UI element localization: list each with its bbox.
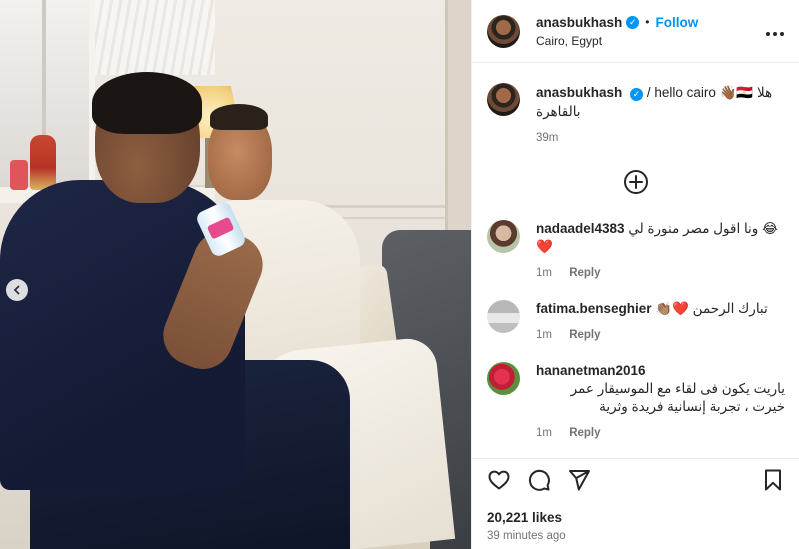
comment-time: 1m bbox=[536, 267, 552, 279]
comment-meta: 1m Reply bbox=[536, 424, 785, 442]
post-photo[interactable] bbox=[0, 0, 471, 549]
photo-curtain bbox=[95, 0, 215, 75]
comment-meta: 1m Reply bbox=[536, 326, 785, 344]
caption-username[interactable]: anasbukhash bbox=[536, 85, 622, 100]
verified-badge-icon: ✓ bbox=[630, 88, 644, 101]
photo-smiling-hair bbox=[210, 104, 268, 130]
reply-button[interactable]: Reply bbox=[569, 427, 600, 439]
comment-text: ياريت يكون فى لقاء مع الموسيقار عمر خيرت… bbox=[570, 381, 785, 414]
reply-button[interactable]: Reply bbox=[569, 267, 600, 279]
photo-ornament bbox=[10, 160, 28, 190]
more-options-icon[interactable] bbox=[765, 21, 785, 42]
comment-icon[interactable] bbox=[527, 468, 551, 492]
comment-item: nadaadel4383 😂 ونا اقول مصر منورة لي ❤️ … bbox=[487, 220, 785, 282]
comment-text: تبارك الرحمن ❤️👏🏽 bbox=[655, 301, 768, 316]
comment-body: fatima.benseghier تبارك الرحمن ❤️👏🏽 1m R… bbox=[536, 300, 785, 344]
comment-avatar[interactable] bbox=[487, 220, 520, 253]
comment-item: fatima.benseghier تبارك الرحمن ❤️👏🏽 1m R… bbox=[487, 300, 785, 344]
comment-meta: 1m Reply bbox=[536, 264, 785, 282]
comment-time: 1m bbox=[536, 427, 552, 439]
bookmark-icon[interactable] bbox=[761, 468, 785, 492]
likes-count[interactable]: 20,221 likes bbox=[487, 510, 562, 525]
comment-item: hananetman2016 ياريت يكون فى لقاء مع الم… bbox=[487, 362, 785, 442]
plus-circle-icon[interactable] bbox=[624, 170, 648, 194]
reply-button[interactable]: Reply bbox=[569, 329, 600, 341]
avatar[interactable] bbox=[487, 14, 520, 48]
comment-username[interactable]: hananetman2016 bbox=[536, 363, 646, 378]
comment-avatar[interactable] bbox=[487, 300, 520, 333]
comments-scroll-area[interactable]: anasbukhash ✓ / hello cairo 👋🏾🇪🇬 هلا بال… bbox=[472, 63, 799, 459]
header-username-row: anasbukhash ✓ • Follow bbox=[536, 15, 765, 30]
heart-icon[interactable] bbox=[487, 468, 511, 492]
comment-body: nadaadel4383 😂 ونا اقول مصر منورة لي ❤️ … bbox=[536, 220, 785, 282]
follow-button[interactable]: Follow bbox=[655, 15, 698, 30]
separator-dot: • bbox=[645, 15, 650, 29]
username-link[interactable]: anasbukhash bbox=[536, 15, 622, 30]
add-comment-row bbox=[487, 170, 785, 194]
photo-hair bbox=[92, 72, 202, 134]
comment-body: hananetman2016 ياريت يكون فى لقاء مع الم… bbox=[536, 362, 785, 442]
send-icon[interactable] bbox=[567, 468, 591, 492]
posted-time[interactable]: 39 minutes ago bbox=[487, 530, 566, 542]
post-view: anasbukhash ✓ • Follow Cairo, Egypt anas… bbox=[0, 0, 799, 549]
photo-figurine bbox=[30, 135, 56, 190]
comment-time: 1m bbox=[536, 329, 552, 341]
post-side-panel: anasbukhash ✓ • Follow Cairo, Egypt anas… bbox=[471, 0, 799, 549]
verified-badge-icon: ✓ bbox=[626, 15, 640, 29]
caption-body: anasbukhash ✓ / hello cairo 👋🏾🇪🇬 هلا بال… bbox=[536, 83, 785, 148]
post-caption: anasbukhash ✓ / hello cairo 👋🏾🇪🇬 هلا بال… bbox=[487, 83, 785, 148]
location-link[interactable]: Cairo, Egypt bbox=[536, 34, 765, 48]
comment-avatar[interactable] bbox=[487, 362, 520, 395]
caption-time: 39m bbox=[536, 132, 559, 144]
post-actions-bar bbox=[472, 460, 799, 500]
comment-username[interactable]: nadaadel4383 bbox=[536, 221, 625, 236]
header-info: anasbukhash ✓ • Follow Cairo, Egypt bbox=[536, 15, 765, 48]
post-header: anasbukhash ✓ • Follow Cairo, Egypt bbox=[472, 0, 799, 63]
avatar[interactable] bbox=[487, 83, 520, 116]
comment-username[interactable]: fatima.benseghier bbox=[536, 301, 652, 316]
chevron-left-icon[interactable] bbox=[6, 279, 28, 301]
